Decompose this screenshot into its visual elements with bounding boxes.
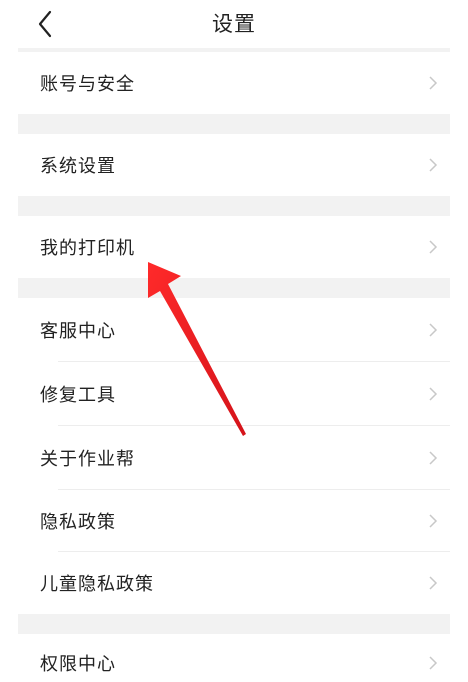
settings-item-label: 账号与安全	[40, 74, 135, 95]
section-gap	[18, 114, 450, 134]
chevron-right-icon	[429, 387, 438, 401]
chevron-right-icon	[429, 514, 438, 528]
settings-item-label: 修复工具	[40, 385, 116, 406]
settings-item-account-security[interactable]: 账号与安全	[18, 52, 450, 114]
settings-item-system-settings[interactable]: 系统设置	[18, 134, 450, 196]
chevron-right-icon	[429, 158, 438, 172]
chevron-right-icon	[429, 240, 438, 254]
chevron-right-icon	[429, 76, 438, 90]
settings-item-label: 隐私政策	[40, 512, 116, 533]
header-bar: 设置	[0, 0, 468, 48]
settings-item-label: 权限中心	[40, 653, 116, 675]
settings-item-permission-center[interactable]: 权限中心	[18, 634, 450, 682]
settings-item-label: 关于作业帮	[40, 449, 135, 470]
settings-item-my-printer[interactable]: 我的打印机	[18, 216, 450, 278]
settings-item-child-privacy-policy[interactable]: 儿童隐私政策	[18, 552, 450, 614]
settings-item-label: 系统设置	[40, 156, 116, 177]
settings-item-label: 客服中心	[40, 321, 116, 342]
chevron-right-icon	[429, 576, 438, 590]
section-gap	[18, 196, 450, 216]
settings-item-repair-tool[interactable]: 修复工具	[18, 362, 450, 426]
settings-item-label: 我的打印机	[40, 238, 135, 259]
section-gap	[18, 278, 450, 298]
page-title: 设置	[212, 12, 256, 36]
chevron-right-icon	[429, 656, 438, 670]
settings-item-customer-service[interactable]: 客服中心	[18, 298, 450, 362]
settings-item-about[interactable]: 关于作业帮	[18, 426, 450, 490]
section-gap	[18, 614, 450, 634]
settings-item-privacy-policy[interactable]: 隐私政策	[18, 490, 450, 552]
chevron-right-icon	[429, 451, 438, 465]
settings-item-label: 儿童隐私政策	[40, 574, 154, 595]
chevron-right-icon	[429, 323, 438, 337]
